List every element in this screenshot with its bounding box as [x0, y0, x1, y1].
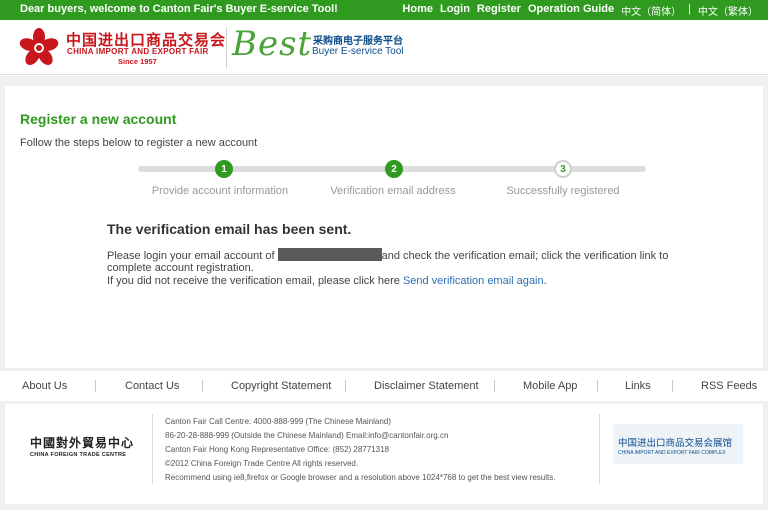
logo-since: Since 1957: [118, 57, 157, 66]
step-3-label: Successfully registered: [506, 185, 620, 197]
nav-guide-link[interactable]: Operation Guide: [528, 3, 614, 18]
service-tool-cn: 采购商电子服务平台: [313, 36, 403, 47]
nav-login-link[interactable]: Login: [440, 3, 470, 18]
footer-separator: [672, 380, 673, 392]
top-bar: Dear buyers, welcome to Canton Fair's Bu…: [0, 0, 768, 20]
footer-browser-note: Recommend using ie8,firefox or Google br…: [165, 473, 556, 482]
page-title: Register a new account: [20, 111, 177, 127]
footer-copyright: ©2012 China Foreign Trade Centre All rig…: [165, 459, 359, 468]
footer-separator: [345, 380, 346, 392]
footer-link-rss[interactable]: RSS Feeds: [701, 380, 757, 392]
footer-link-about[interactable]: About Us: [22, 380, 67, 392]
nav-home-link[interactable]: Home: [402, 3, 433, 18]
nav-register-link[interactable]: Register: [477, 3, 521, 18]
message-text: Please login your email account of: [107, 250, 275, 262]
step-2-marker: 2: [385, 160, 403, 178]
step-1-label: Provide account information: [151, 185, 289, 197]
email-sent-heading: The verification email has been sent.: [107, 221, 352, 237]
footer-separator: [95, 380, 96, 392]
welcome-text: Dear buyers, welcome to Canton Fair's Bu…: [20, 3, 338, 15]
footer-links-bar: About Us Contact Us Copyright Statement …: [0, 371, 768, 401]
footer-divider: [599, 414, 600, 484]
lang-traditional-link[interactable]: 中文（繁体）: [698, 3, 758, 18]
footer-link-disclaimer[interactable]: Disclaimer Statement: [374, 380, 479, 392]
top-nav: Home Login Register Operation Guide 中文（简…: [402, 3, 758, 18]
message-line-2: complete account registration.: [107, 262, 254, 274]
message-text: and check the verification email; click …: [381, 250, 669, 262]
logo-english-name: CHINA IMPORT AND EXPORT FAIR: [67, 47, 209, 56]
footer-separator: [494, 380, 495, 392]
step-2-label: Verification email address: [330, 185, 456, 197]
footer-separator: [202, 380, 203, 392]
message-line-1: Please login your email account of and c…: [107, 248, 668, 262]
footer-separator: [597, 380, 598, 392]
canton-fair-flower-logo-icon[interactable]: [18, 27, 60, 69]
step-1-marker: 1: [215, 160, 233, 178]
message-text: .: [543, 275, 547, 287]
resend-email-link[interactable]: Send verification email again: [403, 275, 544, 287]
footer-call-centre: Canton Fair Call Centre: 4000-888-999 (T…: [165, 417, 391, 426]
cftc-logo-cn[interactable]: 中國對外貿易中心: [30, 434, 134, 451]
fair-complex-en: CHINA IMPORT AND EXPORT FAIR COMPLEX: [618, 450, 726, 456]
header-divider: [226, 28, 227, 68]
service-tool-en: Buyer E-service Tool: [312, 46, 404, 57]
footer-link-links[interactable]: Links: [625, 380, 651, 392]
message-text: If you did not receive the verification …: [107, 275, 400, 287]
site-header: 中国进出口商品交易会 CHINA IMPORT AND EXPORT FAIR …: [0, 20, 768, 75]
lang-separator: |: [688, 3, 691, 15]
footer-link-mobile-app[interactable]: Mobile App: [523, 380, 577, 392]
footer-link-contact[interactable]: Contact Us: [125, 380, 179, 392]
best-logo: Best: [232, 24, 313, 64]
step-3-marker: 3: [554, 160, 572, 178]
redacted-email: [277, 248, 382, 261]
message-line-3: If you did not receive the verification …: [107, 275, 547, 287]
fair-complex-cn: 中国进出口商品交易会展馆: [618, 438, 733, 449]
lang-simplified-link[interactable]: 中文（简体）: [621, 3, 681, 18]
footer-link-copyright[interactable]: Copyright Statement: [231, 380, 331, 392]
footer-divider: [152, 414, 153, 484]
page-subtitle: Follow the steps below to register a new…: [20, 137, 258, 149]
footer-contact-line: 86-20-28-888-999 (Outside the Chinese Ma…: [165, 431, 449, 440]
footer-hk-office: Canton Fair Hong Kong Representative Off…: [165, 445, 389, 454]
cftc-logo-en: CHINA FOREIGN TRADE CENTRE: [30, 452, 127, 458]
